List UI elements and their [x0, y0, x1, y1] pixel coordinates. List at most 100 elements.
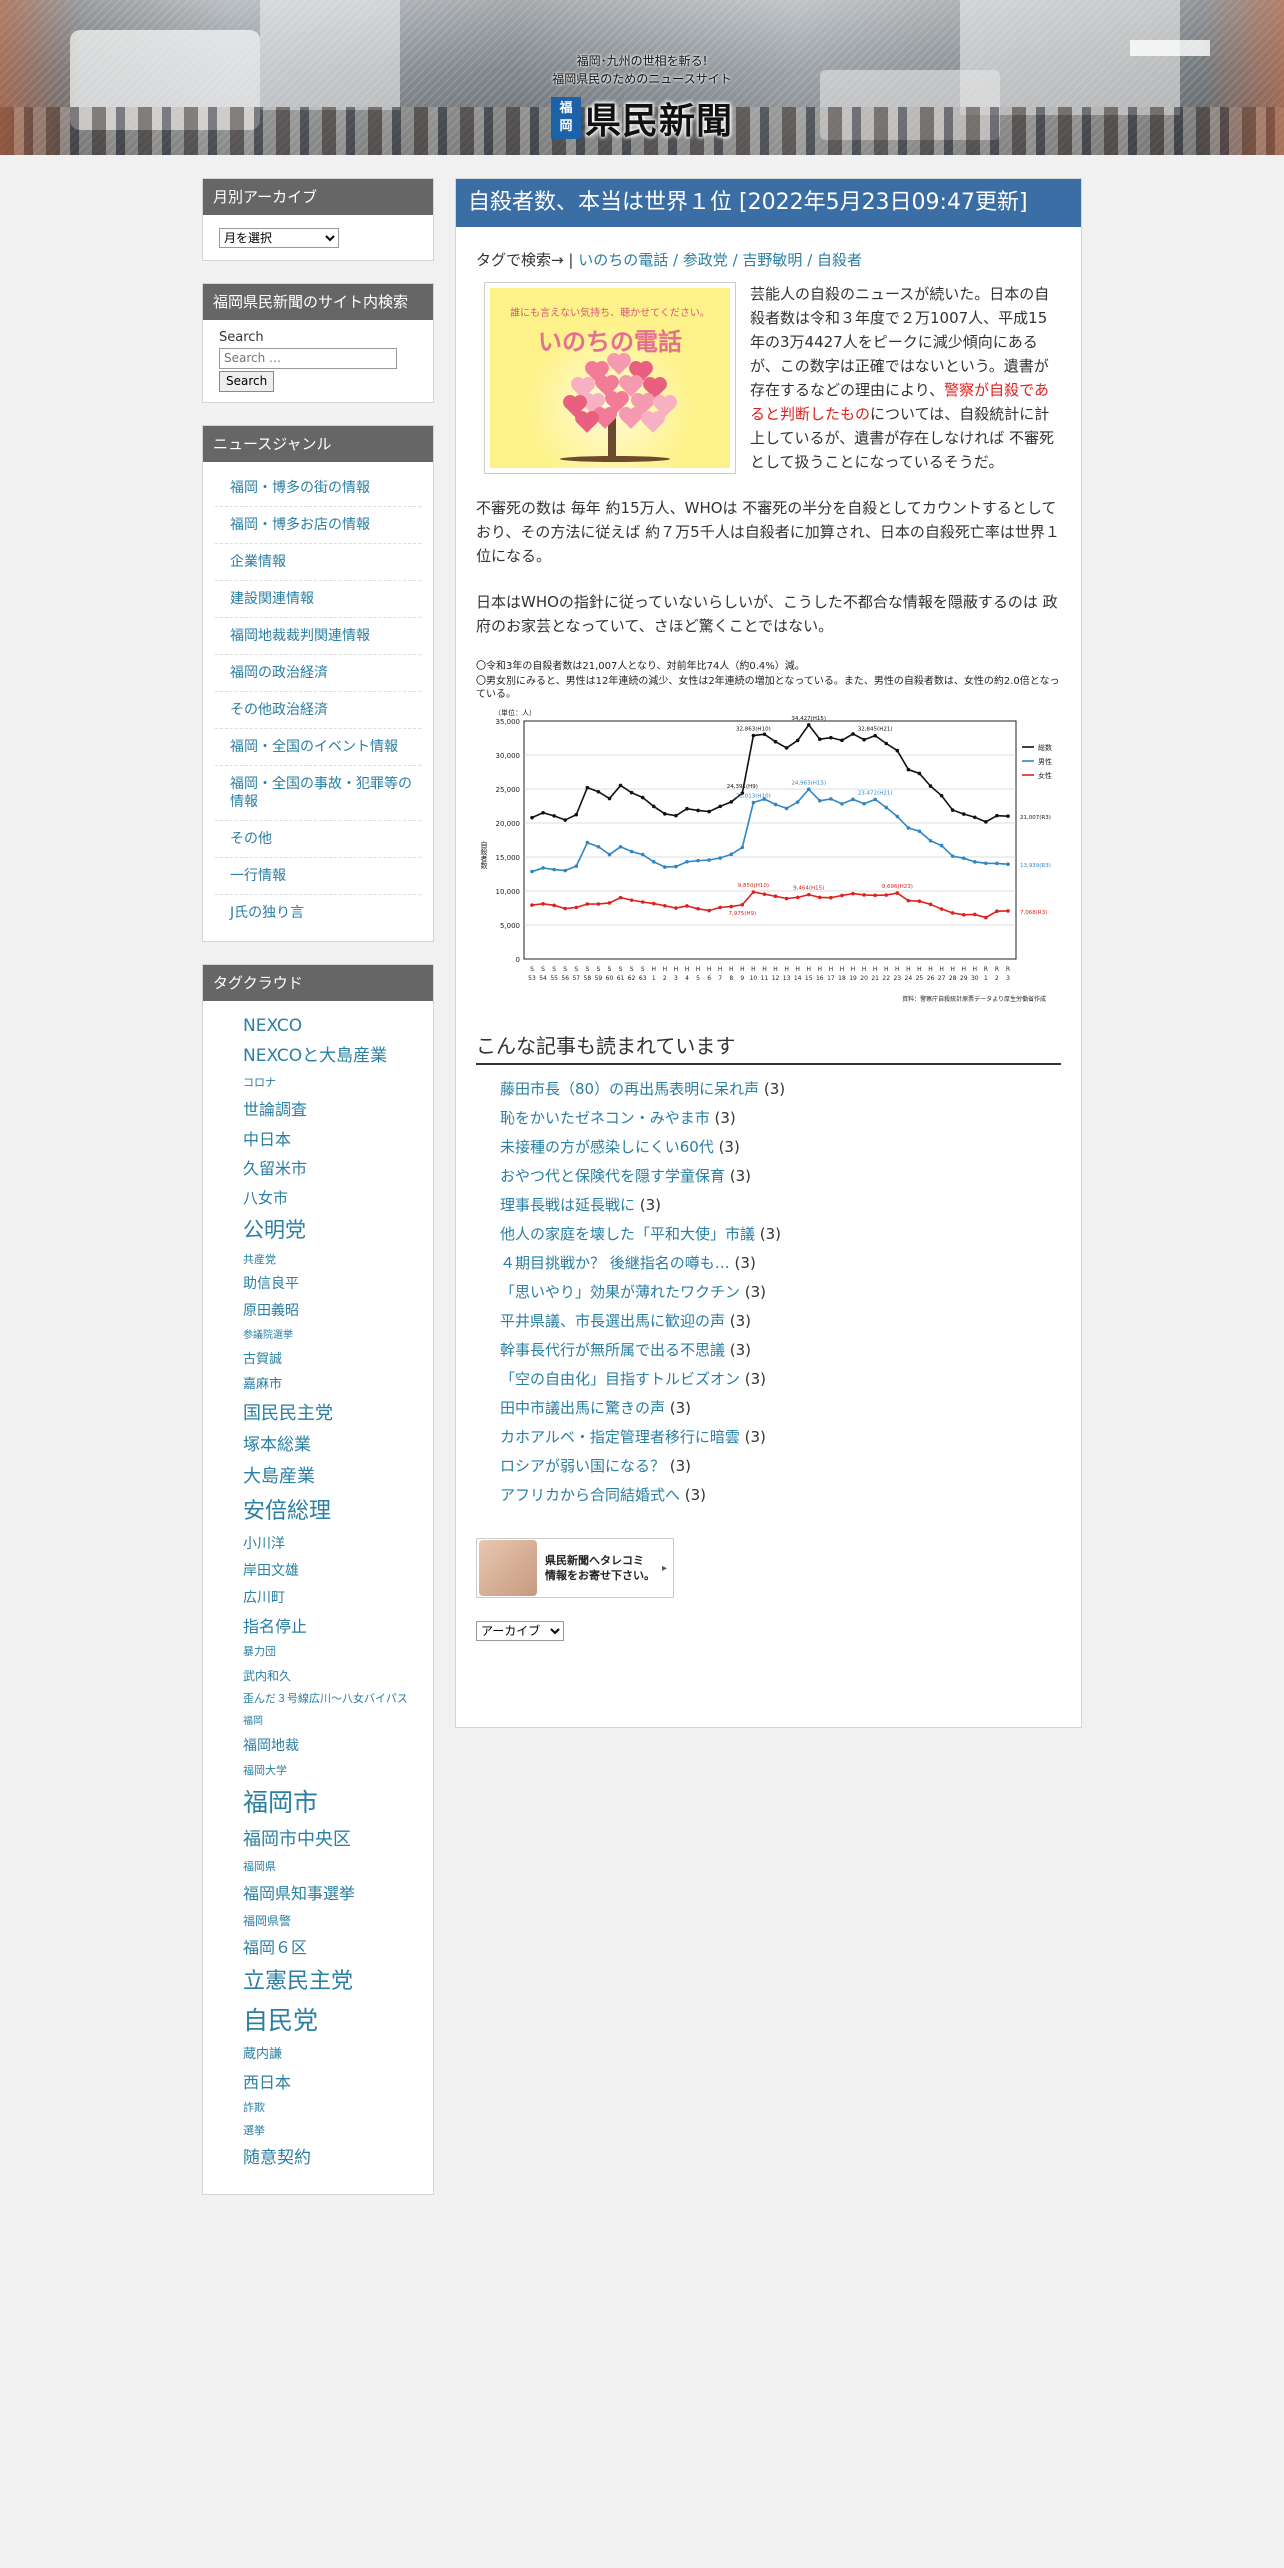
genre-item[interactable]: 福岡地裁裁判関連情報 [215, 618, 421, 655]
tag-link[interactable]: 福岡県知事選挙 [243, 1879, 423, 1909]
related-link[interactable]: ロシアが弱い国になる？ [500, 1457, 665, 1475]
related-link[interactable]: カホアルベ・指定管理者移行に暗雲 [500, 1428, 740, 1446]
genre-item[interactable]: 福岡・全国の事故・犯罪等の情報 [215, 766, 421, 821]
related-link[interactable]: 未接種の方が感染しにくい60代 [500, 1138, 714, 1156]
chart-point [818, 737, 822, 741]
genre-item[interactable]: J氏の独り言 [215, 895, 421, 931]
post-tag-link[interactable]: 参政党 [683, 251, 728, 269]
tag-link[interactable]: コロナ [243, 1072, 423, 1095]
related-link[interactable]: 平井県議、市長選出馬に歓迎の声 [500, 1312, 725, 1330]
chart-plot-area [523, 720, 1017, 960]
tag-link[interactable]: 選挙 [243, 2120, 423, 2143]
tag-link[interactable]: 助信良平 [243, 1271, 423, 1298]
tag-link[interactable]: 立憲民主党 [243, 1963, 423, 2001]
tag-link[interactable]: 小川洋 [243, 1531, 423, 1558]
archive-select[interactable]: アーカイブ [476, 1621, 564, 1641]
tag-link[interactable]: 歪んだ３号線広川～八女バイパス [243, 1688, 423, 1711]
tag-link[interactable]: 福岡県警 [243, 1909, 423, 1933]
related-link[interactable]: 恥をかいたゼネコン・みやま市 [500, 1109, 710, 1127]
chart-point [829, 735, 833, 740]
tag-link[interactable]: 大島産業 [243, 1461, 423, 1493]
genre-item[interactable]: 一行情報 [215, 858, 421, 895]
tag-prefix: タグで検索→ | [476, 251, 574, 269]
tag-link[interactable]: 共産党 [243, 1249, 423, 1272]
tag-link[interactable]: 原田義昭 [243, 1298, 423, 1325]
related-link[interactable]: ４期目挑戦か？ 後継指名の噂も… [500, 1254, 730, 1272]
tag-link[interactable]: NEXCO [243, 1011, 423, 1042]
related-link[interactable]: 他人の家庭を壊した「平和大使」市議 [500, 1225, 755, 1243]
tag-link[interactable]: 福岡県 [243, 1856, 423, 1879]
widget-title: ニュースジャンル [203, 425, 433, 462]
related-count: (3) [725, 1341, 752, 1359]
tag-link[interactable]: 福岡大学 [243, 1760, 423, 1783]
post-tag-link[interactable]: 自殺者 [817, 251, 862, 269]
tag-link[interactable]: 蔵内謙 [243, 2042, 423, 2068]
genre-item[interactable]: 福岡・全国のイベント情報 [215, 729, 421, 766]
related-link[interactable]: 藤田市長（80）の再出馬表明に呆れ声 [500, 1080, 759, 1098]
related-item: 「空の自由化」目指すトルビズオン (3) [500, 1365, 1061, 1394]
tag-link[interactable]: 暴力団 [243, 1641, 423, 1664]
chart-point [663, 865, 667, 869]
chart-point [563, 868, 568, 873]
related-count: (3) [680, 1486, 707, 1504]
site-logo[interactable]: 福岡･九州の世相を斬る! 福岡県民のためのニュースサイト 福 岡 県民新聞 [525, 52, 759, 144]
tag-link[interactable]: 福岡６区 [243, 1933, 423, 1963]
chart-point [651, 860, 656, 864]
tag-link[interactable]: 福岡市 [243, 1782, 423, 1824]
chart-point [651, 804, 656, 809]
tag-link[interactable]: 嘉麻市 [243, 1372, 423, 1398]
tag-link[interactable]: 広川町 [243, 1585, 423, 1612]
main-content: 自殺者数、本当は世界１位 [2022年5月23日09:47更新] タグで検索→ … [455, 178, 1082, 1728]
chart-x-tick-sub: 9 [740, 975, 744, 982]
tag-link[interactable]: 中日本 [243, 1125, 423, 1155]
tag-link[interactable]: 武内和久 [243, 1664, 423, 1688]
tag-link[interactable]: 公明党 [243, 1212, 423, 1248]
chart-legend-label: 女性 [1038, 771, 1052, 780]
related-link[interactable]: おやつ代と保険代を隠す学童保育 [500, 1167, 725, 1185]
tip-banner[interactable]: 県民新聞へタレコミ 情報をお寄せ下さい。 ▸ [476, 1538, 674, 1598]
post-tag-link[interactable]: いのちの電話 [578, 251, 668, 269]
tag-link[interactable]: 八女市 [243, 1184, 423, 1212]
tag-link[interactable]: 岸田文雄 [243, 1558, 423, 1585]
genre-item[interactable]: 福岡・博多お店の情報 [215, 507, 421, 544]
related-link[interactable]: 「思いやり」効果が薄れたワクチン [500, 1283, 740, 1301]
search-button[interactable]: Search [219, 370, 275, 392]
tag-link[interactable]: 詐欺 [243, 2097, 423, 2120]
tag-link[interactable]: 参議院選挙 [243, 1325, 423, 1347]
tag-link[interactable]: 久留米市 [243, 1154, 423, 1184]
tag-link[interactable]: 福岡市中央区 [243, 1824, 423, 1856]
related-link[interactable]: 幹事長代行が無所属で出る不思議 [500, 1341, 725, 1359]
chart-annotation: 13,939(R3) [1020, 863, 1051, 869]
tag-link[interactable]: 福岡 [243, 1711, 423, 1733]
related-link[interactable]: 田中市議出馬に驚きの声 [500, 1399, 665, 1417]
tag-link[interactable]: 指名停止 [243, 1612, 423, 1642]
genre-item[interactable]: 福岡の政治経済 [215, 655, 421, 692]
genre-item[interactable]: その他 [215, 821, 421, 858]
tag-link[interactable]: 随意契約 [243, 2143, 423, 2174]
archive-month-select[interactable]: 月を選択 [219, 228, 339, 248]
genre-item[interactable]: 企業情報 [215, 544, 421, 581]
post-thumbnail[interactable]: 誰にも言えない気持ち、聴かせてください。 いのちの電話 [484, 282, 736, 474]
chart-point [651, 901, 656, 906]
tag-link[interactable]: 国民民主党 [243, 1398, 423, 1430]
post-tag-link[interactable]: 吉野敏明 [742, 251, 802, 269]
tag-link[interactable]: NEXCOと大島産業 [243, 1041, 423, 1072]
chart-point [674, 864, 678, 869]
genre-item[interactable]: その他政治経済 [215, 692, 421, 729]
genre-item[interactable]: 建設関連情報 [215, 581, 421, 618]
tag-link[interactable]: 世論調査 [243, 1095, 423, 1125]
chart-x-tick-sub: 10 [750, 975, 758, 982]
related-link[interactable]: アフリカから合同結婚式へ [500, 1486, 680, 1504]
genre-item[interactable]: 福岡・博多の街の情報 [215, 470, 421, 507]
chart-x-tick-sub: 23 [893, 975, 901, 982]
tag-link[interactable]: 塚本総業 [243, 1430, 423, 1461]
tag-link[interactable]: 古賀誠 [243, 1347, 423, 1373]
related-item: 未接種の方が感染しにくい60代 (3) [500, 1133, 1061, 1162]
tag-link[interactable]: 福岡地裁 [243, 1733, 423, 1760]
search-input[interactable] [219, 347, 397, 369]
tag-link[interactable]: 自民党 [243, 2000, 423, 2042]
tag-link[interactable]: 安倍総理 [243, 1493, 423, 1531]
tag-link[interactable]: 西日本 [243, 2068, 423, 2098]
related-link[interactable]: 理事長戦は延長戦に [500, 1196, 635, 1214]
related-link[interactable]: 「空の自由化」目指すトルビズオン [500, 1370, 740, 1388]
